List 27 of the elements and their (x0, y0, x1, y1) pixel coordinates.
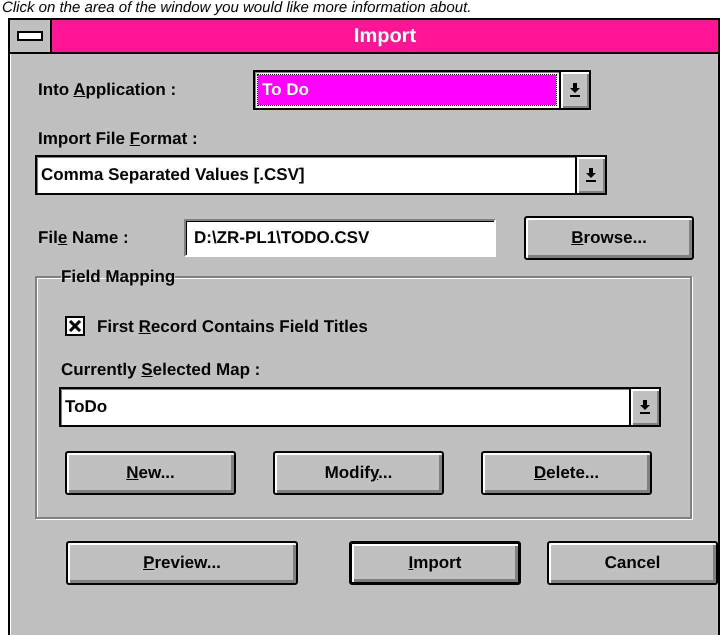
down-arrow-icon (639, 400, 651, 414)
down-arrow-icon (585, 168, 597, 182)
down-arrow-icon (569, 83, 581, 97)
dropdown-field[interactable]: Comma Separated Values [.CSV] (35, 154, 607, 194)
instruction-text: Click on the area of the window you would like more information about. (1, 0, 472, 18)
system-menu-button[interactable] (10, 20, 52, 52)
dialog-button[interactable]: Preview... (66, 540, 298, 584)
checkbox-label: First Record Contains Field Titles (97, 316, 368, 338)
group-title: Field Mapping (61, 268, 176, 286)
dropdown-button[interactable] (575, 156, 605, 192)
mapping-button[interactable]: New... (65, 450, 236, 494)
file-name-field[interactable]: D:\ZR-PL1\TODO.CSV (184, 218, 496, 256)
dialog-button[interactable]: Cancel (547, 540, 718, 584)
field-label: Into Application : (38, 79, 178, 102)
window-title: Import (52, 20, 718, 52)
dropdown-button[interactable] (559, 72, 589, 108)
field-label: Currently Selected Map : (61, 359, 260, 381)
dialog-button[interactable]: Import (349, 540, 521, 584)
dropdown-field[interactable]: ToDo (59, 386, 661, 426)
browse-button[interactable]: Browse... (524, 216, 694, 260)
mapping-button[interactable]: Modify... (273, 450, 444, 494)
field-label: Import File Format : (37, 128, 198, 150)
mapping-button[interactable]: Delete... (481, 450, 652, 494)
checkbox[interactable] (65, 316, 85, 336)
field-label: File Name : (38, 226, 130, 249)
minus-icon (17, 31, 43, 41)
dropdown-button[interactable] (629, 388, 659, 424)
